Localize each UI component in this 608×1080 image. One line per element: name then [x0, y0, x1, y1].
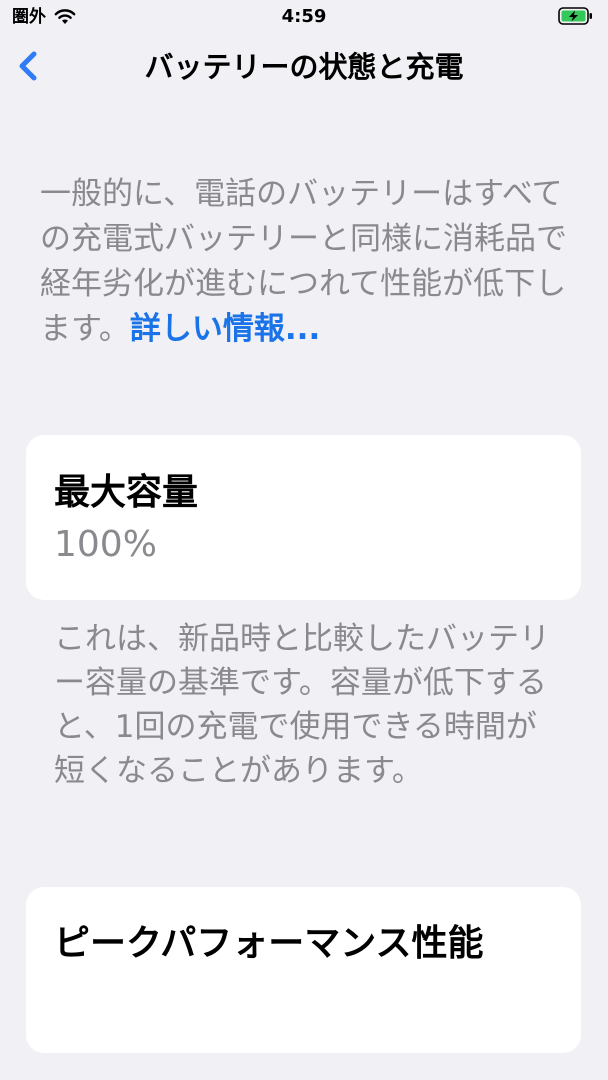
- maximum-capacity-value: 100%: [54, 524, 157, 565]
- status-time: 4:59: [281, 6, 327, 27]
- intro-description: 一般的に、電話のバッテリーはすべての充電式バッテリーと同様に消耗品で経年劣化が進…: [40, 172, 570, 352]
- capacity-footnote: これは、新品時と比較したバッテリー容量の基準です。容量が低下すると、1回の充電で…: [54, 621, 550, 789]
- page-title: バッテリーの状態と充電: [144, 50, 464, 84]
- learn-more-link[interactable]: 詳しい情報...: [130, 311, 320, 347]
- back-button[interactable]: [10, 46, 50, 86]
- peak-performance-title: ピークパフォーマンス性能: [54, 923, 484, 964]
- maximum-capacity-card: 最大容量 100%: [26, 435, 581, 600]
- maximum-capacity-title: 最大容量: [54, 472, 199, 513]
- status-bar: 圏外 4:59: [0, 0, 608, 34]
- chevron-left-icon: [19, 51, 37, 81]
- battery-health-screen: 圏外 4:59 バッテリーの状態と充電 一般的に、電話のバッテリーはすべての充電…: [0, 0, 608, 1080]
- navigation-bar: バッテリーの状態と充電: [0, 34, 608, 100]
- peak-performance-card: ピークパフォーマンス性能: [26, 887, 581, 1053]
- battery-charging-icon: [558, 7, 592, 25]
